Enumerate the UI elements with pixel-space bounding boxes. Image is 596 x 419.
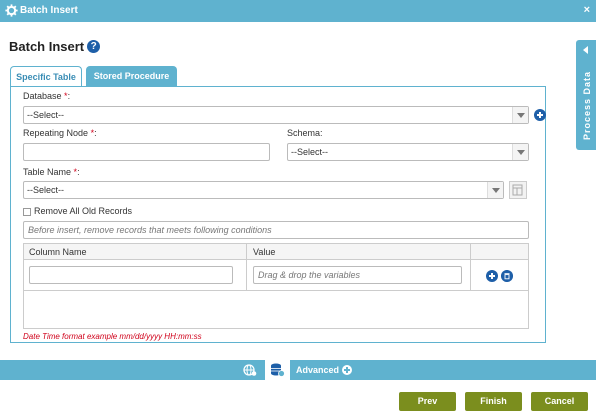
repeating-node-field[interactable] — [23, 143, 270, 161]
table-name-select[interactable]: --Select-- — [23, 181, 504, 199]
value-header: Value — [253, 247, 276, 257]
column-name-header: Column Name — [29, 247, 87, 257]
plus-icon — [342, 365, 353, 375]
grid-header: Column Name Value — [24, 244, 528, 260]
advanced-label: Advanced — [296, 365, 340, 375]
grid-row-divider — [24, 290, 528, 291]
date-format-note: Date Time format example mm/dd/yyyy HH:m… — [23, 332, 202, 341]
database-label: Database *: — [23, 91, 71, 101]
column-value-grid: Column Name Value Drag & drop the variab… — [23, 243, 529, 329]
column-name-input[interactable] — [29, 266, 233, 284]
grid-divider — [246, 244, 247, 290]
page-title: Batch Insert ? — [9, 39, 101, 54]
remove-all-checkbox[interactable] — [23, 208, 31, 216]
tab-specific-table[interactable]: Specific Table — [10, 66, 82, 86]
finish-button[interactable]: Finish — [465, 392, 522, 411]
gear-icon — [5, 4, 18, 17]
chevron-down-icon[interactable] — [487, 182, 503, 198]
table-name-label: Table Name *: — [23, 167, 80, 177]
add-database-icon[interactable] — [534, 109, 546, 121]
tab-stored-procedure[interactable]: Stored Procedure — [86, 66, 177, 86]
prev-button[interactable]: Prev — [399, 392, 456, 411]
cancel-button[interactable]: Cancel — [531, 392, 588, 411]
chevron-down-icon[interactable] — [512, 144, 528, 160]
remove-all-label: Remove All Old Records — [34, 206, 133, 216]
close-icon[interactable]: × — [584, 4, 590, 16]
help-icon[interactable]: ? — [87, 40, 101, 53]
add-row-icon[interactable] — [486, 270, 498, 282]
specific-table-panel: Database *: --Select-- Repeating Node *:… — [10, 86, 546, 343]
chevron-left-icon — [583, 46, 588, 54]
conditions-field[interactable]: Before insert, remove records that meets… — [23, 221, 529, 239]
database-icon — [271, 363, 285, 377]
database-select-value: --Select-- — [27, 110, 65, 120]
advanced-toggle[interactable]: Advanced — [296, 365, 353, 375]
schema-label: Schema: — [287, 128, 323, 138]
schema-select-value: --Select-- — [291, 147, 329, 157]
schema-select[interactable]: --Select-- — [287, 143, 529, 161]
process-data-tab[interactable]: Process Data — [576, 40, 596, 150]
window-titlebar: Batch Insert × — [0, 0, 596, 22]
value-drop-field[interactable]: Drag & drop the variables — [253, 266, 462, 284]
repeating-node-label: Repeating Node *: — [23, 128, 97, 138]
page-title-text: Batch Insert — [9, 39, 85, 54]
grid-divider — [470, 244, 471, 290]
database-settings-tab[interactable] — [265, 360, 290, 380]
table-name-select-value: --Select-- — [27, 185, 65, 195]
window-title: Batch Insert — [20, 5, 78, 16]
table-lookup-icon[interactable] — [509, 181, 527, 199]
database-select[interactable]: --Select-- — [23, 106, 529, 124]
chevron-down-icon[interactable] — [512, 107, 528, 123]
globe-settings-icon[interactable] — [243, 363, 257, 377]
process-data-label: Process Data — [582, 70, 592, 140]
bottom-toolbar: Advanced — [0, 360, 596, 380]
trash-icon[interactable] — [501, 270, 513, 282]
